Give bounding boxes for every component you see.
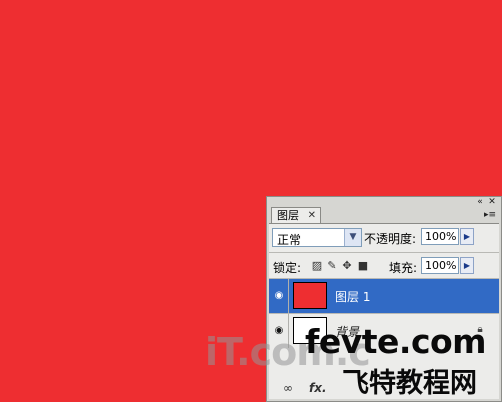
chevron-down-icon[interactable]: ▼ <box>344 229 361 246</box>
panel-menu-icon[interactable]: ▸≡ <box>483 209 497 221</box>
double-chevron-icon[interactable]: « <box>475 197 485 207</box>
lock-image-pixels-icon[interactable]: ✎ <box>326 260 338 272</box>
opacity-label: 不透明度: <box>364 232 417 246</box>
fill-label: 填充: <box>389 261 418 275</box>
fill-field[interactable]: 100% <box>421 257 459 274</box>
opacity-field[interactable]: 100% <box>421 228 459 245</box>
layer-name: 图层 1 <box>335 290 371 304</box>
opacity-arrow-icon[interactable]: ▶ <box>460 228 474 245</box>
eye-icon[interactable]: ◉ <box>272 291 286 301</box>
layer-row-layer1[interactable]: ◉ 图层 1 <box>269 279 499 313</box>
lock-all-icon[interactable]: ■ <box>357 260 369 272</box>
fill-arrow-icon[interactable]: ▶ <box>460 257 474 274</box>
close-icon[interactable]: ✕ <box>487 197 497 207</box>
blend-mode-value: 正常 <box>277 233 302 247</box>
link-layers-icon[interactable]: ∞ <box>283 381 293 395</box>
blend-mode-select[interactable]: 正常 ▼ <box>272 228 362 247</box>
watermark-fevte-cn: 飞特教程网 <box>342 368 477 399</box>
layer-thumbnail <box>293 282 327 309</box>
lock-transparent-pixels-icon[interactable]: ▨ <box>311 260 323 272</box>
tab-close-icon[interactable]: ✕ <box>308 208 316 223</box>
lock-label: 锁定: <box>273 261 302 275</box>
lock-position-icon[interactable]: ✥ <box>341 260 353 272</box>
tab-layers-label: 图层 <box>277 209 299 222</box>
divider <box>269 252 499 253</box>
watermark-fevte: fevte.com <box>305 322 487 361</box>
visibility-cell[interactable]: ◉ <box>269 279 289 313</box>
fx-icon[interactable]: fx. <box>309 381 327 395</box>
tab-layers[interactable]: 图层 ✕ <box>271 207 321 223</box>
